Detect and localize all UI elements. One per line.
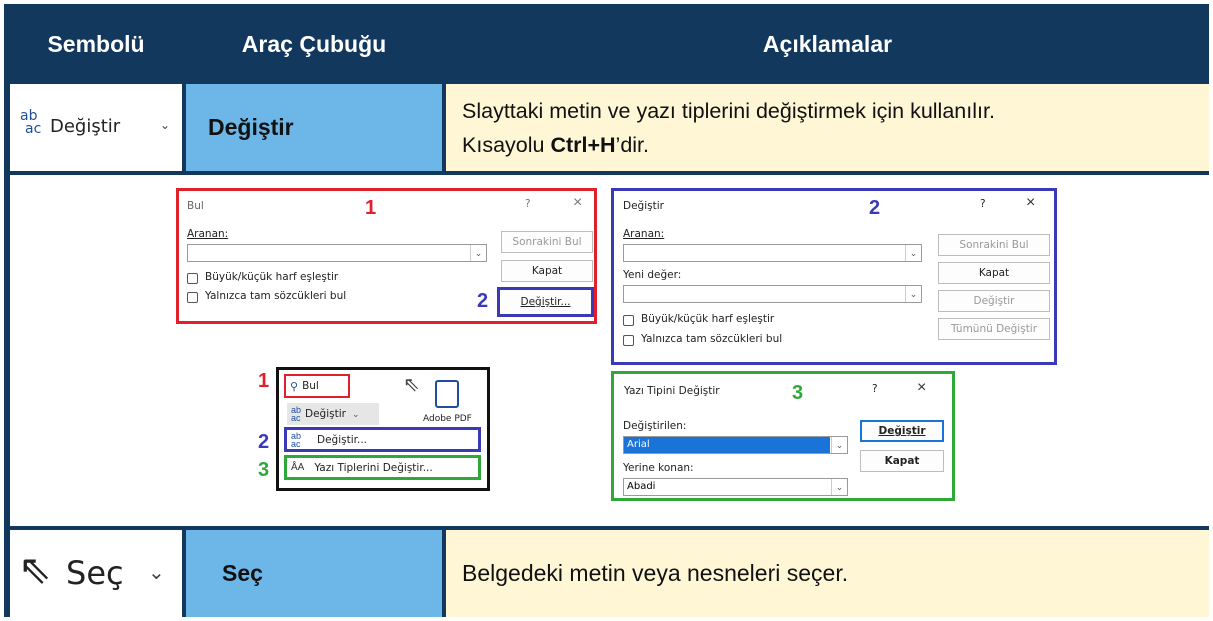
replace-dialog: Değiştir 2 ? × Aranan: ⌄ Yeni değer: ⌄ S…: [611, 188, 1057, 365]
replace-fonts-label: Yazı Tiplerini Değiştir...: [314, 461, 433, 474]
menu-number-2: 2: [258, 431, 270, 453]
chevron-down-icon: ⌄: [351, 408, 360, 419]
replace-dialog-number: 2: [869, 197, 881, 219]
shortcut: Ctrl+H: [550, 133, 616, 157]
chevron-down-icon[interactable]: ⌄: [905, 245, 921, 261]
font-dialog-title: Yazı Tipini Değiştir: [624, 385, 720, 397]
cursor-icon: ⇖: [403, 374, 420, 396]
replace-with-label: Yerine konan:: [623, 462, 694, 474]
font-close-button[interactable]: Kapat: [860, 450, 944, 472]
replace-search-label: Aranan:: [623, 228, 665, 240]
desc-line-2: Kısayolu Ctrl+H’dir.: [462, 128, 1193, 162]
new-value-label: Yeni değer:: [623, 269, 682, 281]
replace-split-label: Değiştir: [305, 408, 346, 420]
chevron-down-icon[interactable]: ⌄: [905, 286, 921, 302]
header-description: Açıklamalar: [762, 30, 893, 57]
toolbar-replace: Değiştir: [186, 84, 442, 171]
replace-font-dialog: Yazı Tipini Değiştir 3 ? × Değiştirilen:…: [611, 371, 955, 501]
find-search-label: Aranan:: [187, 228, 229, 240]
replace-next-button[interactable]: Sonrakini Bul: [938, 234, 1050, 256]
desc-suffix: ’dir.: [615, 133, 650, 157]
symbol-select-label: Seç: [66, 554, 124, 592]
close-icon[interactable]: ×: [1026, 194, 1035, 212]
header-symbol: Sembolü: [47, 30, 145, 57]
font-replace-icon: ÅA: [291, 462, 305, 473]
replace-fonts-menu-item[interactable]: ÅA Yazı Tiplerini Değiştir...: [284, 455, 481, 480]
help-icon[interactable]: ?: [872, 383, 878, 395]
find-next-button[interactable]: Sonrakini Bul: [501, 231, 593, 253]
replaced-font-select[interactable]: Arial ⌄: [623, 436, 848, 454]
header-toolbar: Araç Çubuğu: [241, 30, 387, 57]
find-close-button[interactable]: Kapat: [501, 260, 593, 282]
match-case-label: Büyük/küçük harf eşleştir: [205, 271, 339, 283]
chevron-down-icon: ⌄: [148, 562, 165, 584]
search-icon: ⚲: [290, 380, 299, 393]
chevron-down-icon[interactable]: ⌄: [470, 245, 486, 261]
replaced-font-value: Arial: [624, 437, 830, 453]
desc-prefix: Kısayolu: [462, 133, 551, 157]
replace-menu-item[interactable]: ab ac Değiştir...: [284, 427, 481, 452]
toolbar-select: Seç: [186, 530, 442, 617]
cursor-icon: ⇖: [18, 548, 52, 592]
match-case-checkbox[interactable]: [187, 273, 198, 284]
replace-button[interactable]: Değiştir: [938, 290, 1050, 312]
find-search-input[interactable]: ⌄: [187, 244, 487, 262]
replaced-font-label: Değiştirilen:: [623, 420, 687, 432]
replace-with-select[interactable]: Abadi ⌄: [623, 478, 848, 496]
symbol-select: ⇖ Seç ⌄: [10, 530, 182, 617]
whole-words-checkbox[interactable]: [187, 292, 198, 303]
replace-split-button[interactable]: ab ac Değiştir ⌄: [287, 403, 379, 425]
chevron-down-icon[interactable]: ⌄: [831, 437, 847, 453]
find-replace-button[interactable]: Değiştir...: [497, 287, 594, 317]
replace-ab-ac-icon: ab ac: [291, 405, 302, 423]
replace-search-input[interactable]: ⌄: [623, 244, 922, 262]
replace-ab-ac-icon: ab ac: [20, 108, 42, 137]
whole-words-checkbox[interactable]: [623, 335, 634, 346]
font-replace-button[interactable]: Değiştir: [860, 420, 944, 442]
menu-number-3: 3: [258, 459, 270, 481]
editing-menu: ⚲ Bul ⇖ ab ac Değiştir ⌄ Adobe PDF ab ac D…: [276, 367, 490, 491]
font-dialog-number: 3: [792, 382, 804, 404]
adobe-pdf-label: Adobe PDF: [423, 414, 472, 424]
replace-with-value: Abadi: [627, 481, 656, 492]
menu-number-1: 1: [258, 370, 270, 392]
adobe-pdf-icon[interactable]: [435, 380, 459, 408]
replace-all-button[interactable]: Tümünü Değiştir: [938, 318, 1050, 340]
description-select: Belgedeki metin veya nesneleri seçer.: [446, 530, 1209, 617]
help-icon[interactable]: ?: [980, 198, 986, 210]
close-icon[interactable]: ×: [573, 194, 582, 212]
help-icon[interactable]: ?: [525, 198, 531, 210]
replace-number: 2: [477, 290, 489, 312]
desc-line-1: Slayttaki metin ve yazı tiplerini değişt…: [462, 99, 995, 123]
find-dialog-title: Bul: [187, 200, 204, 212]
chevron-down-icon: ⌄: [160, 118, 171, 132]
replace-ab-ac-icon: ab ac: [291, 430, 302, 449]
screenshots-panel: Bul 1 ? × Aranan: ⌄ Sonrakini Bul Kapat …: [10, 175, 1209, 526]
chevron-down-icon[interactable]: ⌄: [831, 479, 847, 495]
replace-item-label: Değiştir...: [317, 433, 368, 446]
find-menu-button[interactable]: ⚲ Bul: [284, 374, 350, 398]
replace-close-button[interactable]: Kapat: [938, 262, 1050, 284]
find-dialog: Bul 1 ? × Aranan: ⌄ Sonrakini Bul Kapat …: [176, 188, 597, 324]
find-dialog-number: 1: [365, 197, 377, 219]
replace-dialog-title: Değiştir: [623, 200, 664, 212]
symbol-replace: ab ac Değiştir ⌄: [10, 84, 182, 171]
symbol-replace-label: Değiştir: [50, 116, 121, 137]
find-label: Bul: [302, 380, 319, 392]
description-replace: Slayttaki metin ve yazı tiplerini değişt…: [446, 84, 1209, 171]
whole-words-label: Yalnızca tam sözcükleri bul: [205, 290, 347, 302]
close-icon[interactable]: ×: [917, 379, 926, 397]
new-value-input[interactable]: ⌄: [623, 285, 922, 303]
table: Sembolü Araç Çubuğu Açıklamalar ab ac Değ…: [4, 4, 1209, 617]
whole-words-label: Yalnızca tam sözcükleri bul: [641, 333, 783, 345]
match-case-checkbox[interactable]: [623, 315, 634, 326]
match-case-label: Büyük/küçük harf eşleştir: [641, 313, 775, 325]
